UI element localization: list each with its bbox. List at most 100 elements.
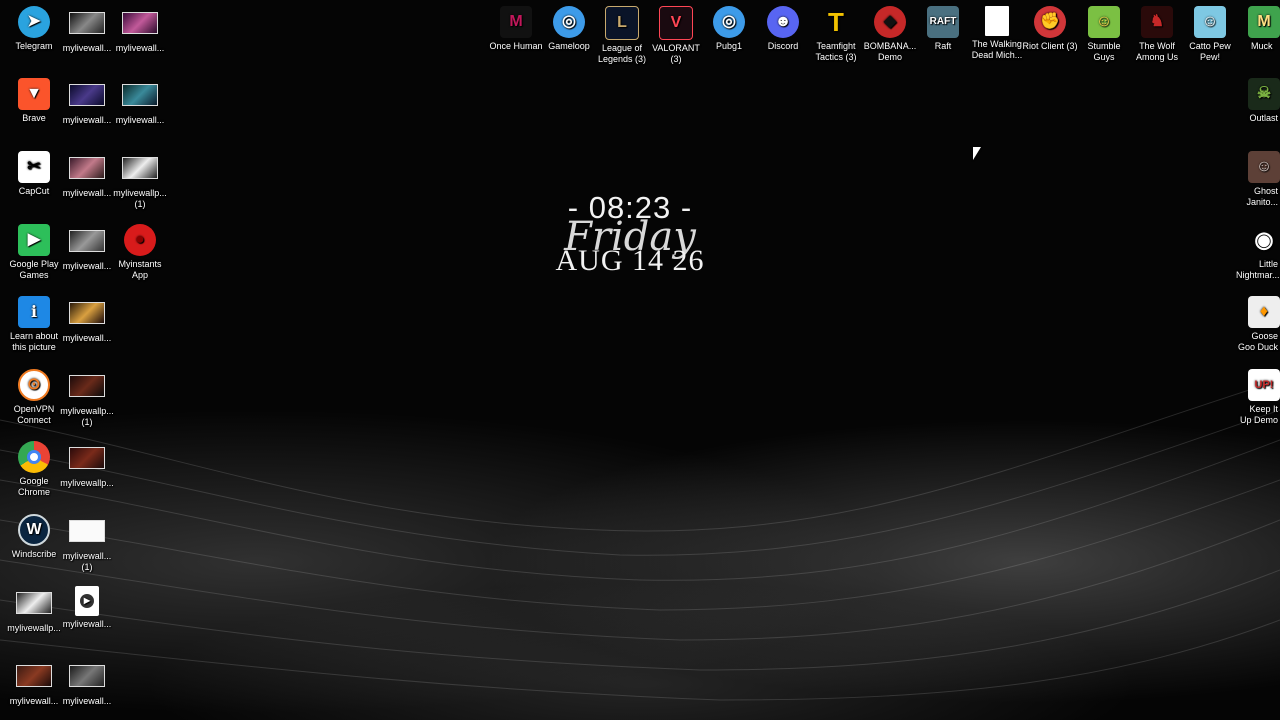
icon-label: Google Chrome (17, 476, 50, 497)
desktop-icon-mylivewallp-c1[interactable]: mylivewallp... (6, 586, 62, 634)
video-file-icon (69, 157, 105, 179)
catto-pew-icon: ☺ (1194, 6, 1226, 38)
stumble-guys-icon: ☺ (1088, 6, 1120, 38)
video-file-icon (16, 592, 52, 614)
icon-label: mylivewall... (1) (62, 551, 112, 572)
desktop-icon-mylivewallp-c3c[interactable]: mylivewallp... (1) (112, 151, 168, 209)
once-human-icon: M (500, 6, 532, 38)
icon-label: Raft (934, 41, 952, 51)
desktop-icon-mylivewall-1[interactable]: mylivewall... (59, 6, 115, 54)
desktop-icon-mylivewall-3[interactable]: mylivewall... (59, 151, 115, 199)
video-file-icon (122, 12, 158, 34)
icon-label: Keep It Up Demo (1239, 404, 1278, 425)
video-file-icon (69, 84, 105, 106)
icon-label: VALORANT (3) (652, 43, 700, 64)
icon-label: Gameloop (548, 41, 590, 51)
desktop-icon-google-chrome[interactable]: Google Chrome (6, 441, 62, 497)
desktop-icon-mylivewall-c1b[interactable]: mylivewall... (6, 659, 62, 707)
icon-label: Google Play Games (9, 259, 59, 280)
video-file-icon (69, 520, 105, 542)
icon-label: Myinstants App (118, 259, 162, 280)
desktop-icon-catto-pew-pew[interactable]: ☺ Catto Pew Pew! (1182, 6, 1238, 62)
icon-label: Goose Goo Duck (1237, 331, 1278, 352)
icon-label: Outlast (1249, 113, 1278, 123)
pubg-icon: ◎ (713, 6, 745, 38)
bombana-icon: ◆ (874, 6, 906, 38)
telegram-icon: ➤ (18, 6, 50, 38)
discord-icon: ☻ (767, 6, 799, 38)
icon-label: mylivewall... (62, 188, 112, 198)
desktop-icon-outlast[interactable]: ☠ Outlast (1236, 78, 1280, 124)
desktop-icon-capcut[interactable]: ✂ CapCut (6, 151, 62, 197)
desktop-icon-myinstants[interactable]: ● Myinstants App (112, 224, 168, 280)
tft-icon: T (828, 6, 844, 37)
icon-label: mylivewall... (62, 619, 112, 629)
desktop-icon-mylivewall-10[interactable]: mylivewall... (59, 659, 115, 707)
desktop-icon-teamfight-tactics[interactable]: T Teamfight Tactics (3) (808, 6, 864, 62)
icon-label: Stumble Guys (1087, 41, 1121, 62)
desktop-icon-mylivewall-4[interactable]: mylivewall... (59, 224, 115, 272)
desktop-icon-windscribe[interactable]: W Windscribe (6, 514, 62, 560)
eye-icon: ◉ (1254, 226, 1274, 252)
desktop-icon-ghost-janitor[interactable]: ☺ Ghost Janito... (1236, 151, 1280, 207)
desktop-icon-mylivewallp-6[interactable]: mylivewallp... (1) (59, 369, 115, 427)
icon-label: Riot Client (3) (1022, 41, 1078, 51)
desktop-icon-bombana-demo[interactable]: ◆ BOMBANA... Demo (862, 6, 918, 62)
mouse-cursor-icon (973, 147, 981, 160)
icon-label: Discord (767, 41, 799, 51)
video-file-icon (69, 375, 105, 397)
clock-date: AUG 14 26 (555, 244, 705, 277)
desktop-icon-keep-it-up[interactable]: UP! Keep It Up Demo (1236, 369, 1280, 425)
desktop-icon-little-nightmares[interactable]: ◉ Little Nightmar... (1236, 224, 1280, 280)
desktop-icon-pubg1[interactable]: ◎ Pubg1 (701, 6, 757, 52)
desktop-icon-valorant[interactable]: V VALORANT (3) (648, 6, 704, 64)
icon-label: mylivewallp... (1) (60, 406, 114, 427)
desktop-icon-muck[interactable]: M Muck (1236, 6, 1280, 52)
icon-label: mylivewallp... (60, 478, 114, 488)
desktop-icon-raft[interactable]: RAFT Raft (915, 6, 971, 52)
icon-label: mylivewall... (62, 333, 112, 343)
icon-label: mylivewall... (62, 261, 112, 271)
desktop-icon-mylivewall-c3b[interactable]: mylivewall... (112, 78, 168, 126)
desktop-icon-once-human[interactable]: M Once Human (488, 6, 544, 52)
icon-label: Muck (1251, 41, 1273, 51)
desktop-icon-mylivewall-9[interactable]: ▶ mylivewall... (59, 586, 115, 630)
wolf-among-us-icon: ♞ (1141, 6, 1173, 38)
icon-label: BOMBANA... Demo (863, 41, 917, 62)
valorant-icon: V (659, 6, 693, 40)
desktop-icon-wolf-among-us[interactable]: ♞ The Wolf Among Us (1129, 6, 1185, 62)
desktop-icon-openvpn[interactable]: ⊙ OpenVPN Connect (6, 369, 62, 425)
desktop-icon-league-of-legends[interactable]: L League of Legends (3) (594, 6, 650, 64)
icon-label: mylivewall... (115, 43, 165, 53)
desktop-icon-learn-about-picture[interactable]: i Learn about this picture (6, 296, 62, 352)
desktop-icon-gameloop[interactable]: ◎ Gameloop (541, 6, 597, 52)
goose-icon: ♦ (1248, 296, 1280, 328)
icon-label: Teamfight Tactics (3) (815, 41, 857, 62)
desktop-icon-walking-dead[interactable]: The Walking Dead Mich... (969, 6, 1025, 60)
capcut-icon: ✂ (18, 151, 50, 183)
video-file-icon (69, 12, 105, 34)
desktop-icon-stumble-guys[interactable]: ☺ Stumble Guys (1076, 6, 1132, 62)
desktop-icon-goose-goose-duck[interactable]: ♦ Goose Goo Duck (1236, 296, 1280, 352)
desktop-icon-mylivewall-2[interactable]: mylivewall... (59, 78, 115, 126)
raft-icon: RAFT (927, 6, 959, 38)
icon-label: Learn about this picture (9, 331, 59, 352)
muck-icon: M (1248, 6, 1280, 38)
desktop-icon-mylivewallp-7[interactable]: mylivewallp... (59, 441, 115, 489)
icon-label: Ghost Janito... (1246, 186, 1278, 207)
icon-label: Brave (22, 113, 46, 123)
chrome-icon (18, 441, 50, 473)
desktop-icon-riot-client[interactable]: ✊ Riot Client (3) (1022, 6, 1078, 52)
desktop-icon-telegram[interactable]: ➤ Telegram (6, 6, 62, 52)
icon-label: mylivewall... (115, 115, 165, 125)
desktop-icon-discord[interactable]: ☻ Discord (755, 6, 811, 52)
desktop-icon-google-play-games[interactable]: ▶ Google Play Games (6, 224, 62, 280)
league-icon: L (605, 6, 639, 40)
wave-lines (0, 379, 1280, 701)
icon-label: Windscribe (11, 549, 57, 559)
desktop-icon-mylivewall-5[interactable]: mylivewall... (59, 296, 115, 344)
desktop-wallpaper (0, 0, 1280, 720)
desktop-icon-brave[interactable]: ▼ Brave (6, 78, 62, 124)
desktop-icon-mylivewall-c3a[interactable]: mylivewall... (112, 6, 168, 54)
desktop-icon-mylivewall-8[interactable]: mylivewall... (1) (59, 514, 115, 572)
